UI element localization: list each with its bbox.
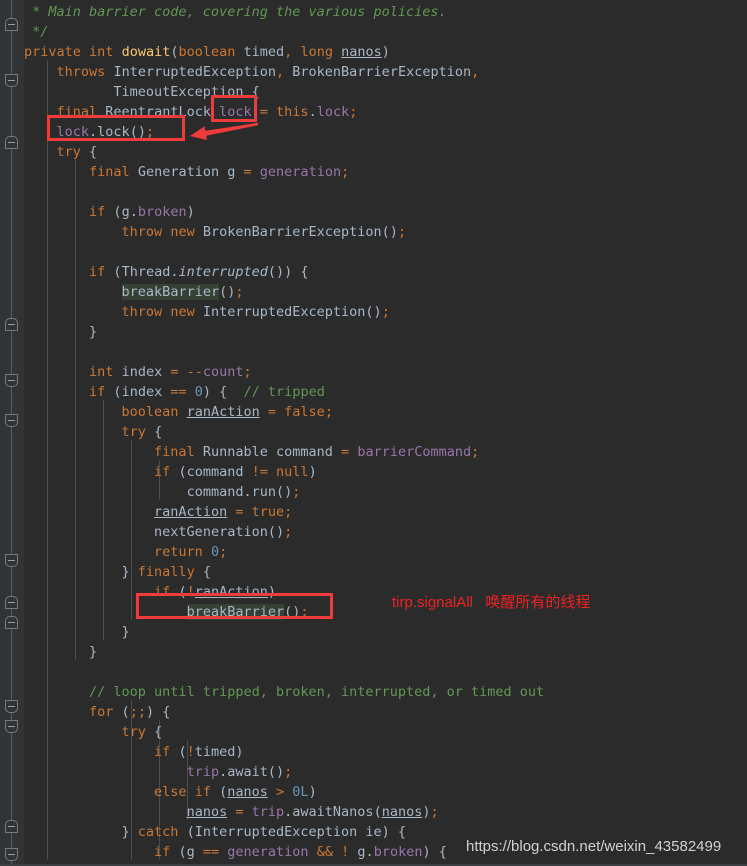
code-line[interactable]: throw new BrokenBarrierException(); [24, 222, 407, 242]
code-line[interactable]: return 0; [24, 542, 227, 562]
code-line[interactable]: else if (nanos > 0L) [24, 782, 317, 802]
code-line[interactable]: if (Thread.interrupted()) { [24, 262, 309, 282]
fold-marker-icon[interactable] [5, 18, 18, 31]
fold-marker-icon[interactable] [5, 820, 18, 833]
fold-marker-icon[interactable] [5, 74, 18, 87]
fold-marker-icon[interactable] [5, 374, 18, 387]
watermark-url: https://blog.csdn.net/weixin_43582499 [466, 838, 722, 855]
fold-marker-icon[interactable] [5, 720, 18, 733]
editor-gutter[interactable] [0, 0, 24, 866]
code-line[interactable]: if (index == 0) { // tripped [24, 382, 325, 402]
code-editor-screenshot: * Main barrier code, covering the variou… [0, 0, 747, 866]
code-line[interactable]: try { [24, 142, 98, 162]
fold-marker-icon[interactable] [5, 554, 18, 567]
code-line[interactable]: } [24, 322, 97, 342]
code-line[interactable]: trip.await(); [24, 762, 293, 782]
fold-marker-icon[interactable] [5, 136, 18, 149]
code-line[interactable]: final Runnable command = barrierCommand; [24, 442, 479, 462]
code-line[interactable]: breakBarrier(); [24, 282, 244, 302]
code-line[interactable]: if (g == generation && ! g.broken) { [24, 842, 447, 862]
code-line[interactable]: if (!ranAction) [24, 582, 276, 602]
code-line[interactable]: ranAction = true; [24, 502, 292, 522]
annotation-note: tirp.signalAll 唤醒所有的线程 [392, 594, 591, 611]
code-line[interactable]: command.run(); [24, 482, 301, 502]
fold-marker-icon[interactable] [5, 414, 18, 427]
code-line[interactable]: } [24, 622, 130, 642]
code-line[interactable]: * Main barrier code, covering the variou… [24, 2, 447, 22]
fold-marker-icon[interactable] [5, 848, 18, 861]
code-line[interactable]: throw new InterruptedException(); [24, 302, 390, 322]
code-line[interactable]: nanos = trip.awaitNanos(nanos); [24, 802, 439, 822]
code-line[interactable]: final ReentrantLock lock = this.lock; [24, 102, 358, 122]
code-line[interactable]: if (command != null) [24, 462, 317, 482]
code-line[interactable]: */ [24, 22, 48, 42]
code-line[interactable]: } catch (InterruptedException ie) { [24, 822, 407, 842]
code-line[interactable]: boolean ranAction = false; [24, 402, 333, 422]
fold-marker-icon[interactable] [5, 616, 18, 629]
code-line[interactable]: private int dowait(boolean timed, long n… [24, 42, 390, 62]
code-line[interactable]: // loop until tripped, broken, interrupt… [24, 682, 544, 702]
code-line[interactable]: nextGeneration(); [24, 522, 292, 542]
code-line[interactable]: final Generation g = generation; [24, 162, 349, 182]
code-line[interactable]: throws InterruptedException, BrokenBarri… [24, 62, 480, 82]
fold-marker-icon[interactable] [5, 318, 18, 331]
code-line[interactable]: lock.lock(); [24, 122, 155, 142]
code-line[interactable]: } [24, 642, 97, 662]
code-line[interactable]: breakBarrier(); [24, 602, 309, 622]
code-line[interactable]: int index = --count; [24, 362, 252, 382]
fold-marker-icon[interactable] [5, 596, 18, 609]
code-line[interactable]: } finally { [24, 562, 211, 582]
code-line[interactable]: try { [24, 422, 163, 442]
code-line[interactable]: for (;;) { [24, 702, 170, 722]
fold-marker-icon[interactable] [5, 700, 18, 713]
code-line[interactable]: if (!timed) [24, 742, 243, 762]
code-line[interactable]: TimeoutException { [24, 82, 259, 102]
code-line[interactable]: if (g.broken) [24, 202, 195, 222]
editor-text-area[interactable]: * Main barrier code, covering the variou… [24, 0, 747, 866]
gutter-vertical-rule [11, 0, 12, 866]
code-line[interactable]: try { [24, 722, 163, 742]
